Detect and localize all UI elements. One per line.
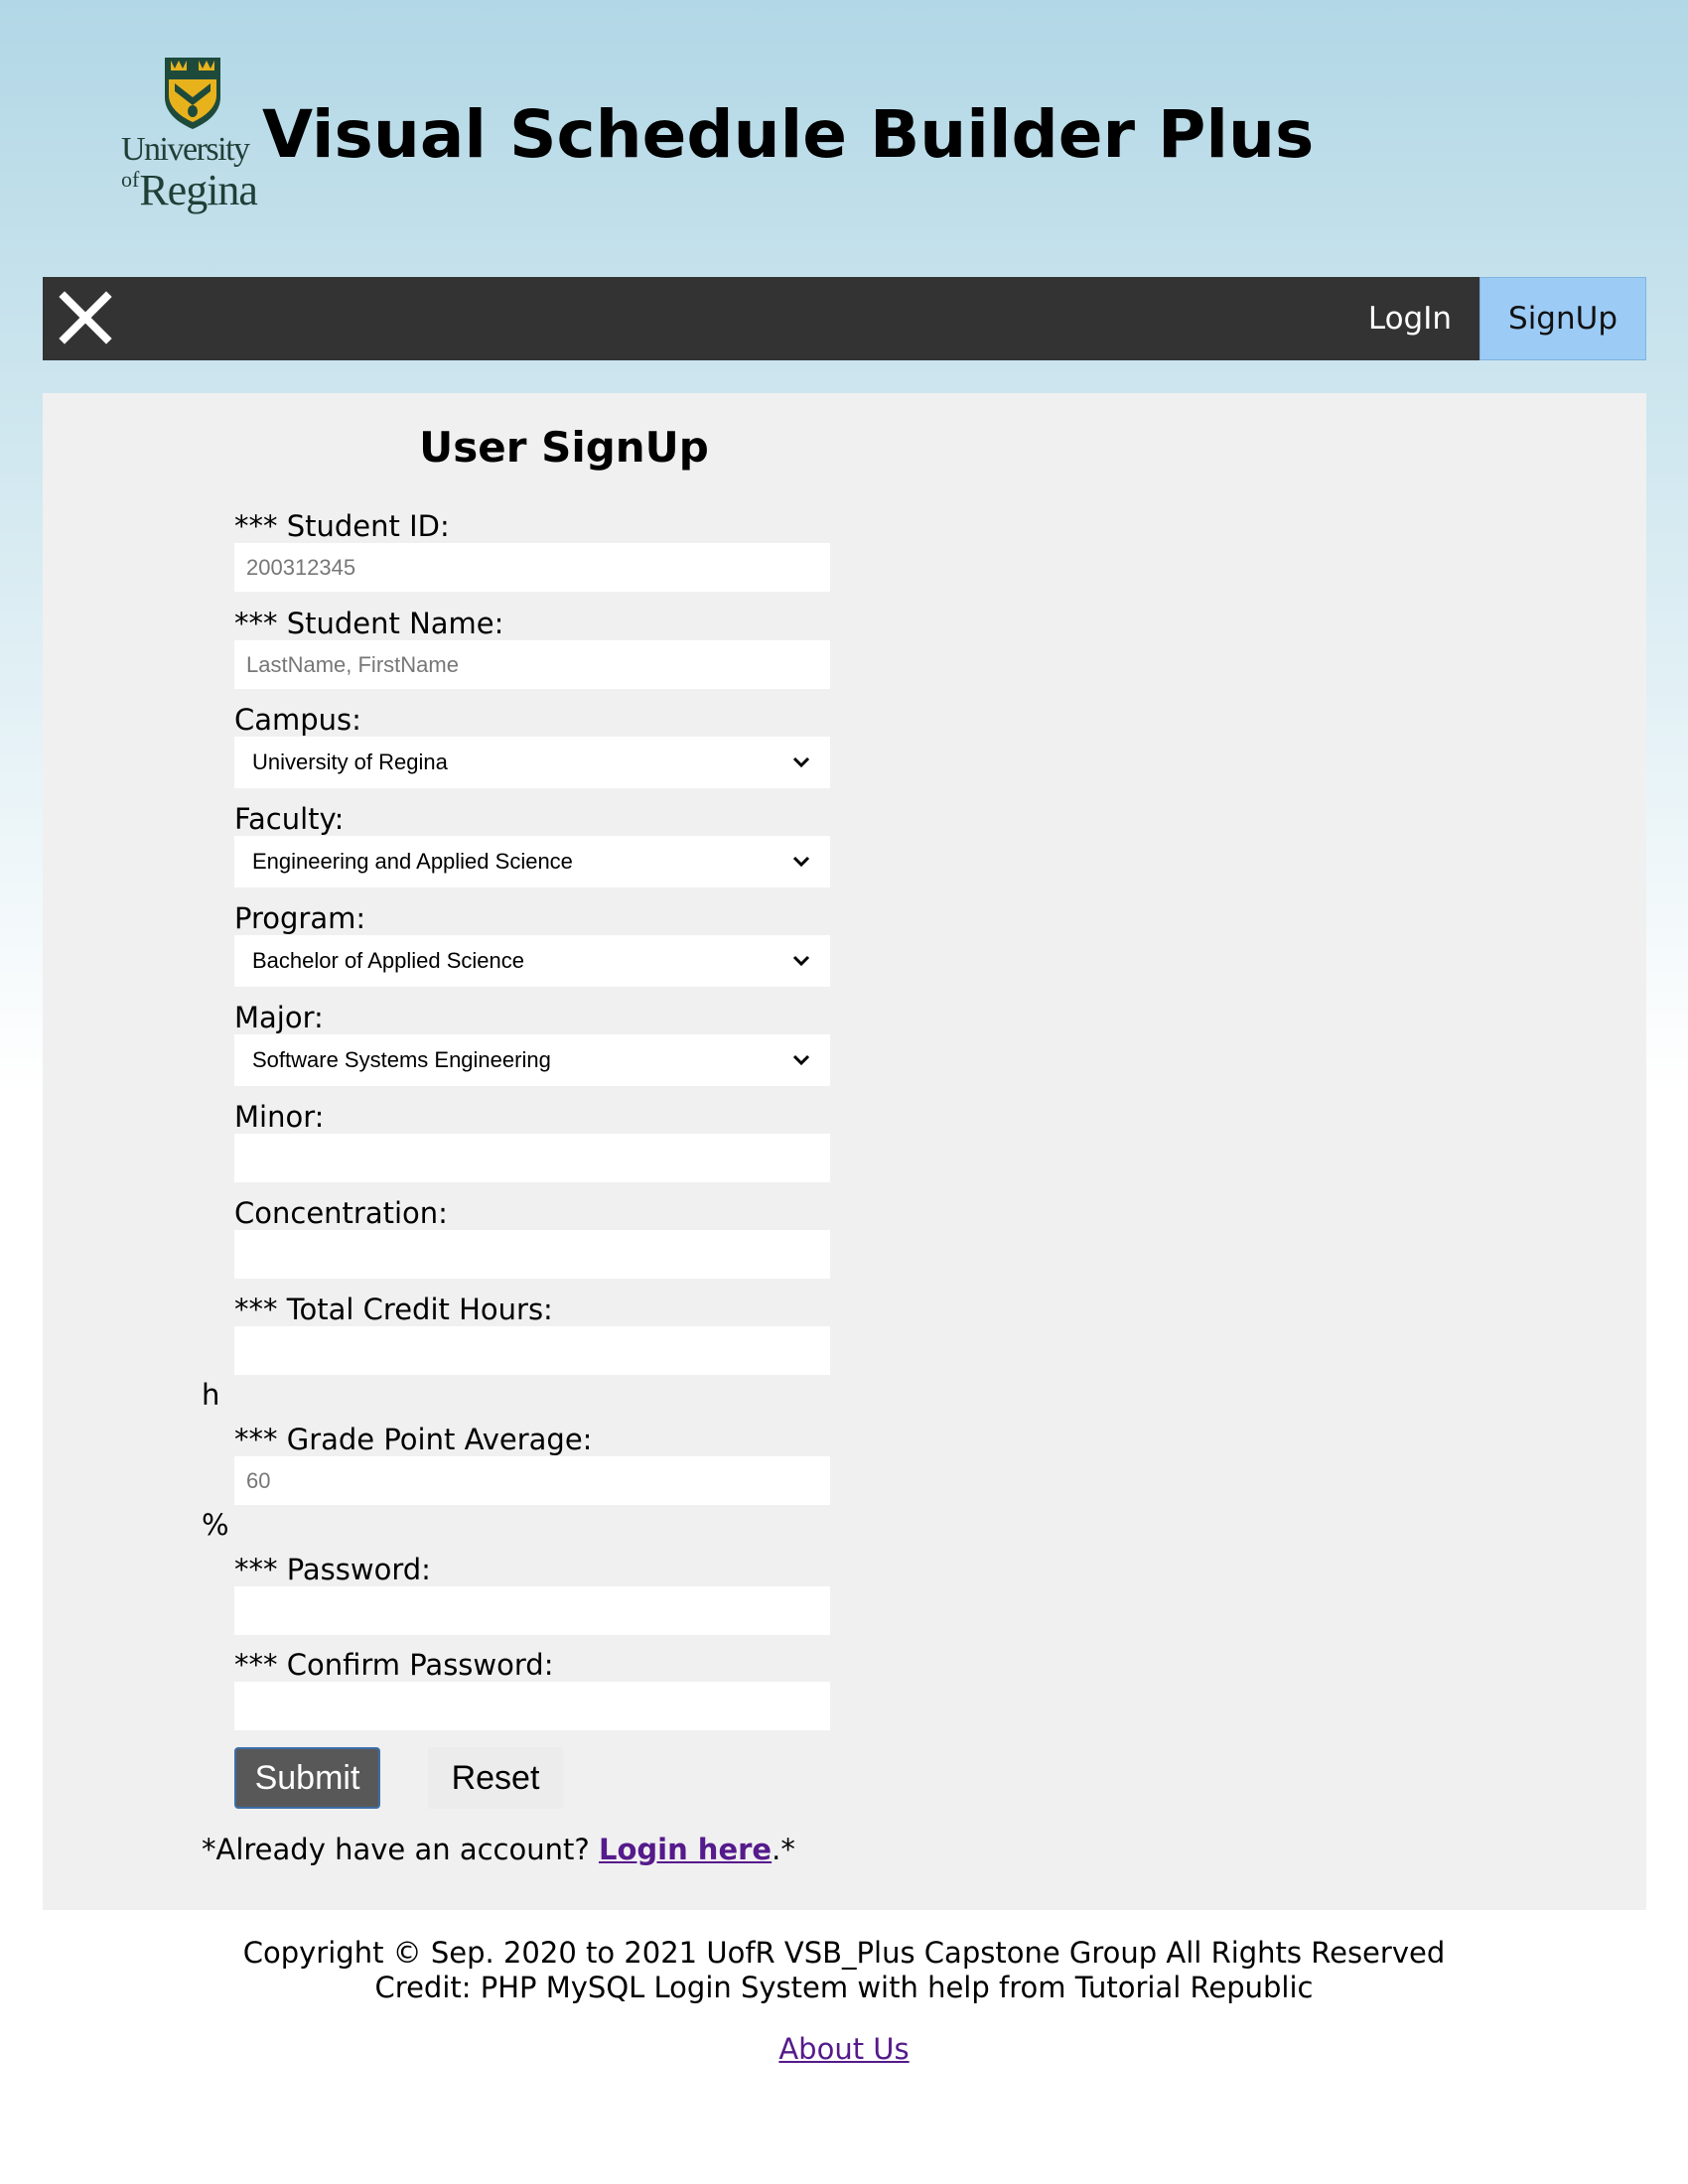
program-select[interactable]: Bachelor of Applied Science: [234, 935, 830, 987]
university-logo[interactable]: University ofRegina: [121, 56, 262, 214]
concentration-label: Concentration:: [234, 1196, 448, 1230]
chevron-down-icon: [792, 955, 810, 967]
page-footer: Copyright © Sep. 2020 to 2021 UofR VSB_P…: [0, 1936, 1688, 2067]
minor-input[interactable]: [234, 1134, 830, 1182]
minor-label: Minor:: [234, 1100, 325, 1134]
logo-text-university: University: [121, 131, 250, 168]
credit-hours-unit: h: [202, 1378, 220, 1412]
chevron-down-icon: [792, 1054, 810, 1066]
about-us-link[interactable]: About Us: [778, 2032, 909, 2067]
reset-button[interactable]: Reset: [428, 1747, 563, 1809]
program-label: Program:: [234, 901, 366, 935]
nav-login-link[interactable]: LogIn: [1340, 277, 1479, 360]
campus-label: Campus:: [234, 703, 361, 737]
gpa-input[interactable]: [234, 1456, 830, 1505]
campus-selected-value: University of Regina: [252, 750, 448, 774]
campus-select[interactable]: University of Regina: [234, 737, 830, 788]
chevron-down-icon: [792, 856, 810, 868]
nav-links: LogIn SignUp: [1340, 277, 1646, 360]
login-here-link[interactable]: Login here: [599, 1833, 772, 1866]
close-icon: [59, 291, 112, 344]
major-selected-value: Software Systems Engineering: [252, 1047, 551, 1072]
password-input[interactable]: [234, 1586, 830, 1635]
faculty-selected-value: Engineering and Applied Science: [252, 849, 573, 874]
gpa-label: *** Grade Point Average:: [234, 1423, 593, 1456]
student-name-label: *** Student Name:: [234, 607, 504, 640]
student-id-input[interactable]: [234, 543, 830, 592]
confirm-password-input[interactable]: [234, 1682, 830, 1730]
password-label: *** Password:: [234, 1553, 431, 1586]
student-name-input[interactable]: [234, 640, 830, 689]
student-id-label: *** Student ID:: [234, 509, 450, 543]
copyright-text: Copyright © Sep. 2020 to 2021 UofR VSB_P…: [242, 1936, 1446, 1970]
credit-text: Credit: PHP MySQL Login System with help…: [374, 1971, 1314, 2005]
credit-hours-label: *** Total Credit Hours:: [234, 1293, 553, 1326]
program-selected-value: Bachelor of Applied Science: [252, 948, 524, 973]
logo-text-of: of: [121, 167, 140, 192]
credit-hours-input[interactable]: [234, 1326, 830, 1375]
crest-icon: [165, 58, 220, 129]
signup-panel: User SignUp *** Student ID: *** Student …: [43, 393, 1646, 1910]
form-title: User SignUp: [419, 423, 709, 472]
major-label: Major:: [234, 1001, 324, 1034]
top-navbar: LogIn SignUp: [43, 277, 1646, 360]
concentration-input[interactable]: [234, 1230, 830, 1279]
confirm-password-label: *** Confirm Password:: [234, 1648, 554, 1682]
login-prompt: *Already have an account? Login here.*: [202, 1833, 795, 1866]
site-title: Visual Schedule Builder Plus: [262, 96, 1315, 173]
logo-text-regina: Regina: [139, 166, 258, 214]
major-select[interactable]: Software Systems Engineering: [234, 1034, 830, 1086]
login-prompt-prefix: *Already have an account?: [202, 1833, 599, 1866]
faculty-select[interactable]: Engineering and Applied Science: [234, 836, 830, 887]
site-header: University ofRegina Visual Schedule Buil…: [121, 56, 1511, 214]
nav-signup-link[interactable]: SignUp: [1479, 277, 1646, 360]
gpa-unit: %: [202, 1508, 229, 1542]
submit-button[interactable]: Submit: [234, 1747, 380, 1809]
login-prompt-suffix: .*: [772, 1833, 795, 1866]
close-menu-button[interactable]: [55, 287, 116, 348]
faculty-label: Faculty:: [234, 802, 345, 836]
chevron-down-icon: [792, 756, 810, 768]
